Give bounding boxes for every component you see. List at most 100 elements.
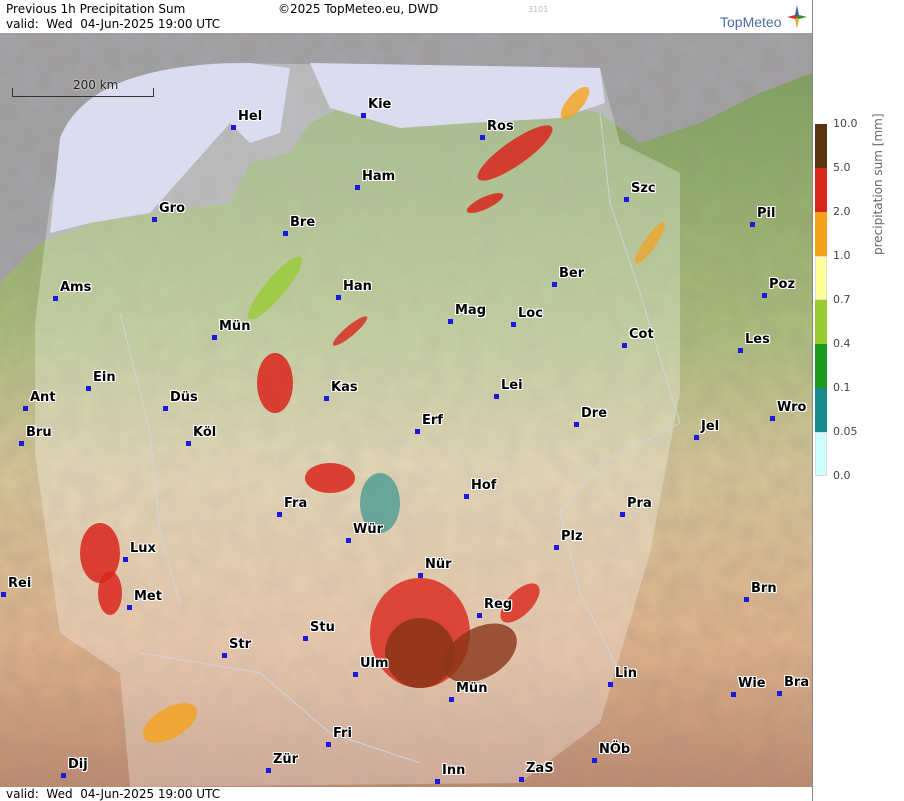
city-marker bbox=[592, 758, 597, 763]
footer-valid-time: valid: Wed 04-Jun-2025 19:00 UTC bbox=[6, 787, 221, 801]
city-label: Les bbox=[745, 332, 770, 347]
scale-label: 200 km bbox=[73, 78, 119, 92]
city-marker bbox=[266, 768, 271, 773]
city-label: Kie bbox=[368, 97, 392, 112]
city-marker bbox=[777, 691, 782, 696]
city-label: Str bbox=[229, 637, 251, 652]
city-label: Pra bbox=[627, 496, 652, 511]
city-label: Ein bbox=[93, 370, 116, 385]
city-label: Fra bbox=[284, 496, 308, 511]
city-marker bbox=[519, 777, 524, 782]
precipitation-map[interactable]: 200 km Hel Kie Ros Ham Gro Bre Szc Pil Ams Han Ber… bbox=[0, 33, 812, 787]
city-label: Mün bbox=[456, 681, 488, 696]
city-label: Mün bbox=[219, 319, 251, 334]
city-marker bbox=[231, 125, 236, 130]
city-label: Ros bbox=[487, 119, 514, 134]
legend-swatch bbox=[815, 256, 827, 300]
city-marker bbox=[61, 773, 66, 778]
city-label: Hel bbox=[238, 109, 263, 124]
city-label: Bre bbox=[290, 215, 316, 230]
city-label: Nür bbox=[425, 557, 452, 572]
legend-label: 0.1 bbox=[833, 381, 851, 394]
city-marker bbox=[624, 197, 629, 202]
city-label: Lin bbox=[615, 666, 637, 681]
city-marker bbox=[574, 422, 579, 427]
city-label: Han bbox=[343, 279, 372, 294]
city-marker bbox=[448, 319, 453, 324]
legend-label: 10.0 bbox=[833, 117, 858, 130]
footer: valid: Wed 04-Jun-2025 19:00 UTC bbox=[0, 787, 812, 801]
city-marker bbox=[212, 335, 217, 340]
legend: 10.0 5.0 2.0 1.0 0.7 0.4 0.1 0.05 0.0 precipitat… bbox=[813, 0, 904, 801]
city-marker bbox=[480, 135, 485, 140]
city-marker bbox=[222, 653, 227, 658]
city-marker bbox=[750, 222, 755, 227]
map-terrain bbox=[0, 33, 812, 787]
city-label: Inn bbox=[442, 763, 466, 778]
city-marker bbox=[552, 282, 557, 287]
city-marker bbox=[620, 512, 625, 517]
city-label: Gro bbox=[159, 201, 186, 216]
legend-label: 2.0 bbox=[833, 205, 851, 218]
city-label: Kas bbox=[331, 380, 358, 395]
city-marker bbox=[336, 295, 341, 300]
city-marker bbox=[355, 185, 360, 190]
legend-label: 5.0 bbox=[833, 161, 851, 174]
city-marker bbox=[152, 217, 157, 222]
header: Previous 1h Precipitation Sum valid: Wed… bbox=[0, 0, 812, 33]
city-label: Bru bbox=[26, 425, 52, 440]
city-marker bbox=[477, 613, 482, 618]
city-label: Brn bbox=[751, 581, 777, 596]
city-label: Lei bbox=[501, 378, 523, 393]
city-label: Ber bbox=[559, 266, 585, 281]
city-label: Fri bbox=[333, 726, 352, 741]
city-label: Szc bbox=[631, 181, 656, 196]
legend-label: 0.7 bbox=[833, 293, 851, 306]
city-marker bbox=[731, 692, 736, 697]
city-marker bbox=[464, 494, 469, 499]
legend-swatch bbox=[815, 124, 827, 168]
city-label: Pil bbox=[757, 206, 776, 221]
city-label: Met bbox=[134, 589, 162, 604]
compass-star-icon bbox=[787, 5, 807, 29]
legend-label: 0.4 bbox=[833, 337, 851, 350]
city-label: Dre bbox=[581, 406, 608, 421]
city-marker bbox=[415, 429, 420, 434]
city-marker bbox=[435, 779, 440, 784]
city-marker bbox=[361, 113, 366, 118]
valid-time: valid: Wed 04-Jun-2025 19:00 UTC bbox=[6, 17, 221, 31]
city-marker bbox=[23, 406, 28, 411]
city-label: Köl bbox=[193, 425, 217, 440]
city-marker bbox=[449, 697, 454, 702]
city-label: Rei bbox=[8, 576, 32, 591]
city-marker bbox=[738, 348, 743, 353]
city-label: Plz bbox=[561, 529, 583, 544]
map-code: 3101 bbox=[528, 5, 549, 14]
city-label: Düs bbox=[170, 390, 198, 405]
city-label: Bra bbox=[784, 675, 810, 690]
city-marker bbox=[494, 394, 499, 399]
city-label: Lux bbox=[130, 541, 156, 556]
city-label: NÖb bbox=[599, 742, 631, 757]
copyright: ©2025 TopMeteo.eu, DWD bbox=[278, 2, 439, 16]
topmeteo-logo: TopMeteo bbox=[720, 14, 782, 30]
city-marker bbox=[554, 545, 559, 550]
city-marker bbox=[511, 322, 516, 327]
city-marker bbox=[19, 441, 24, 446]
city-label: ZaS bbox=[526, 761, 554, 776]
legend-swatch bbox=[815, 344, 827, 388]
city-marker bbox=[303, 636, 308, 641]
city-marker bbox=[326, 742, 331, 747]
city-label: Cot bbox=[629, 327, 654, 342]
city-label: Poz bbox=[769, 277, 796, 292]
city-label: Mag bbox=[455, 303, 487, 318]
legend-swatch bbox=[815, 300, 827, 344]
city-label: Stu bbox=[310, 620, 335, 635]
city-marker bbox=[1, 592, 6, 597]
city-label: Reg bbox=[484, 597, 513, 612]
map-title: Previous 1h Precipitation Sum bbox=[6, 2, 186, 16]
legend-label: 1.0 bbox=[833, 249, 851, 262]
city-marker bbox=[277, 512, 282, 517]
city-marker bbox=[418, 573, 423, 578]
city-marker bbox=[186, 441, 191, 446]
